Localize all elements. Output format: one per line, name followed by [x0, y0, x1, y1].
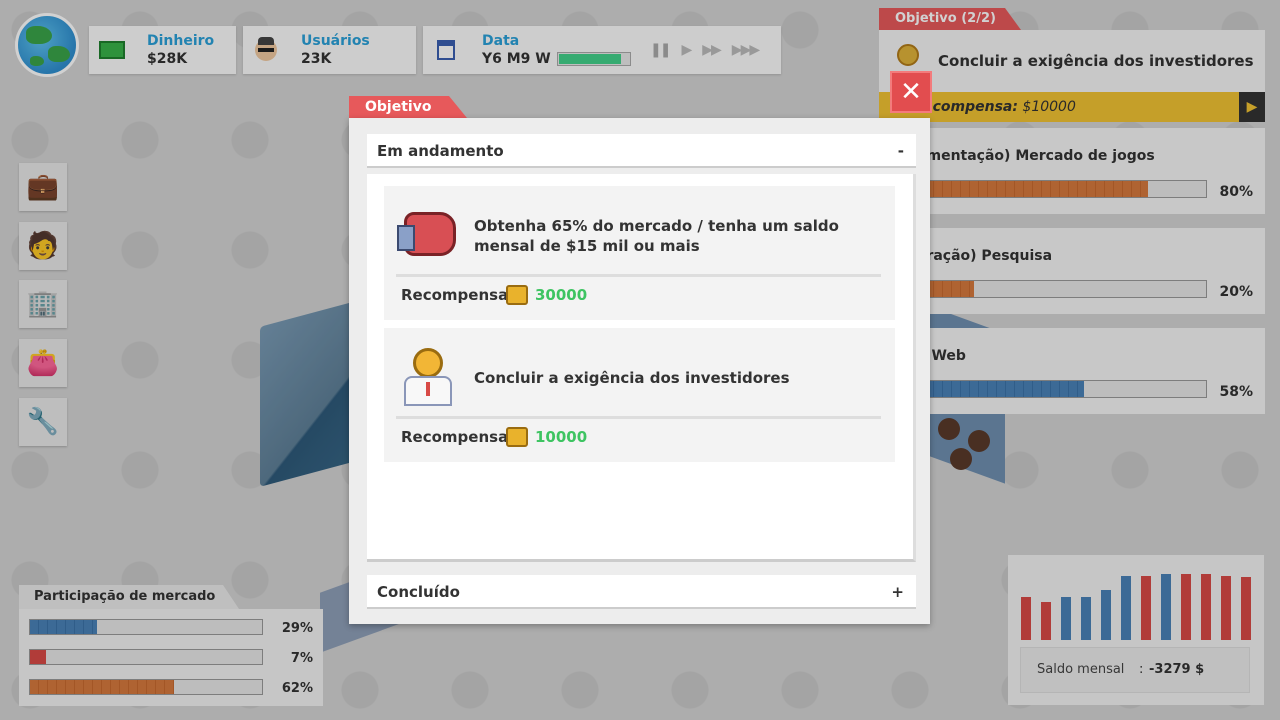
in-progress-header[interactable]: Em andamento -	[367, 134, 916, 168]
completed-header[interactable]: Concluído +	[367, 575, 916, 609]
collapse-toggle[interactable]: -	[898, 142, 904, 160]
close-icon[interactable]: ✕	[890, 71, 932, 113]
boxing-glove-icon	[397, 208, 460, 270]
objective-text: Obtenha 65% do mercado / tenha um saldo …	[474, 217, 839, 255]
modal-tab: Objetivo	[349, 96, 467, 118]
objective-modal: Em andamento - Obtenha 65% do mercado / …	[349, 118, 930, 624]
objective-card: Obtenha 65% do mercado / tenha um saldo …	[384, 186, 895, 320]
completed-label: Concluído	[377, 583, 460, 601]
objective-divider	[396, 416, 881, 419]
expand-toggle[interactable]: +	[891, 583, 904, 601]
coin-icon	[506, 427, 528, 447]
coin-icon	[506, 285, 528, 305]
in-progress-label: Em andamento	[377, 142, 504, 160]
reward-value: 30000	[535, 286, 588, 304]
in-progress-list: Obtenha 65% do mercado / tenha um saldo …	[367, 174, 916, 562]
investor-icon	[398, 348, 460, 410]
objective-text: Concluir a exigência dos investidores	[474, 369, 790, 387]
reward-value: 10000	[535, 428, 588, 446]
objective-card: Concluir a exigência dos investidores Re…	[384, 328, 895, 462]
reward-label: Recompensa:	[401, 428, 515, 446]
reward-label: Recompensa:	[401, 286, 515, 304]
objective-divider	[396, 274, 881, 277]
